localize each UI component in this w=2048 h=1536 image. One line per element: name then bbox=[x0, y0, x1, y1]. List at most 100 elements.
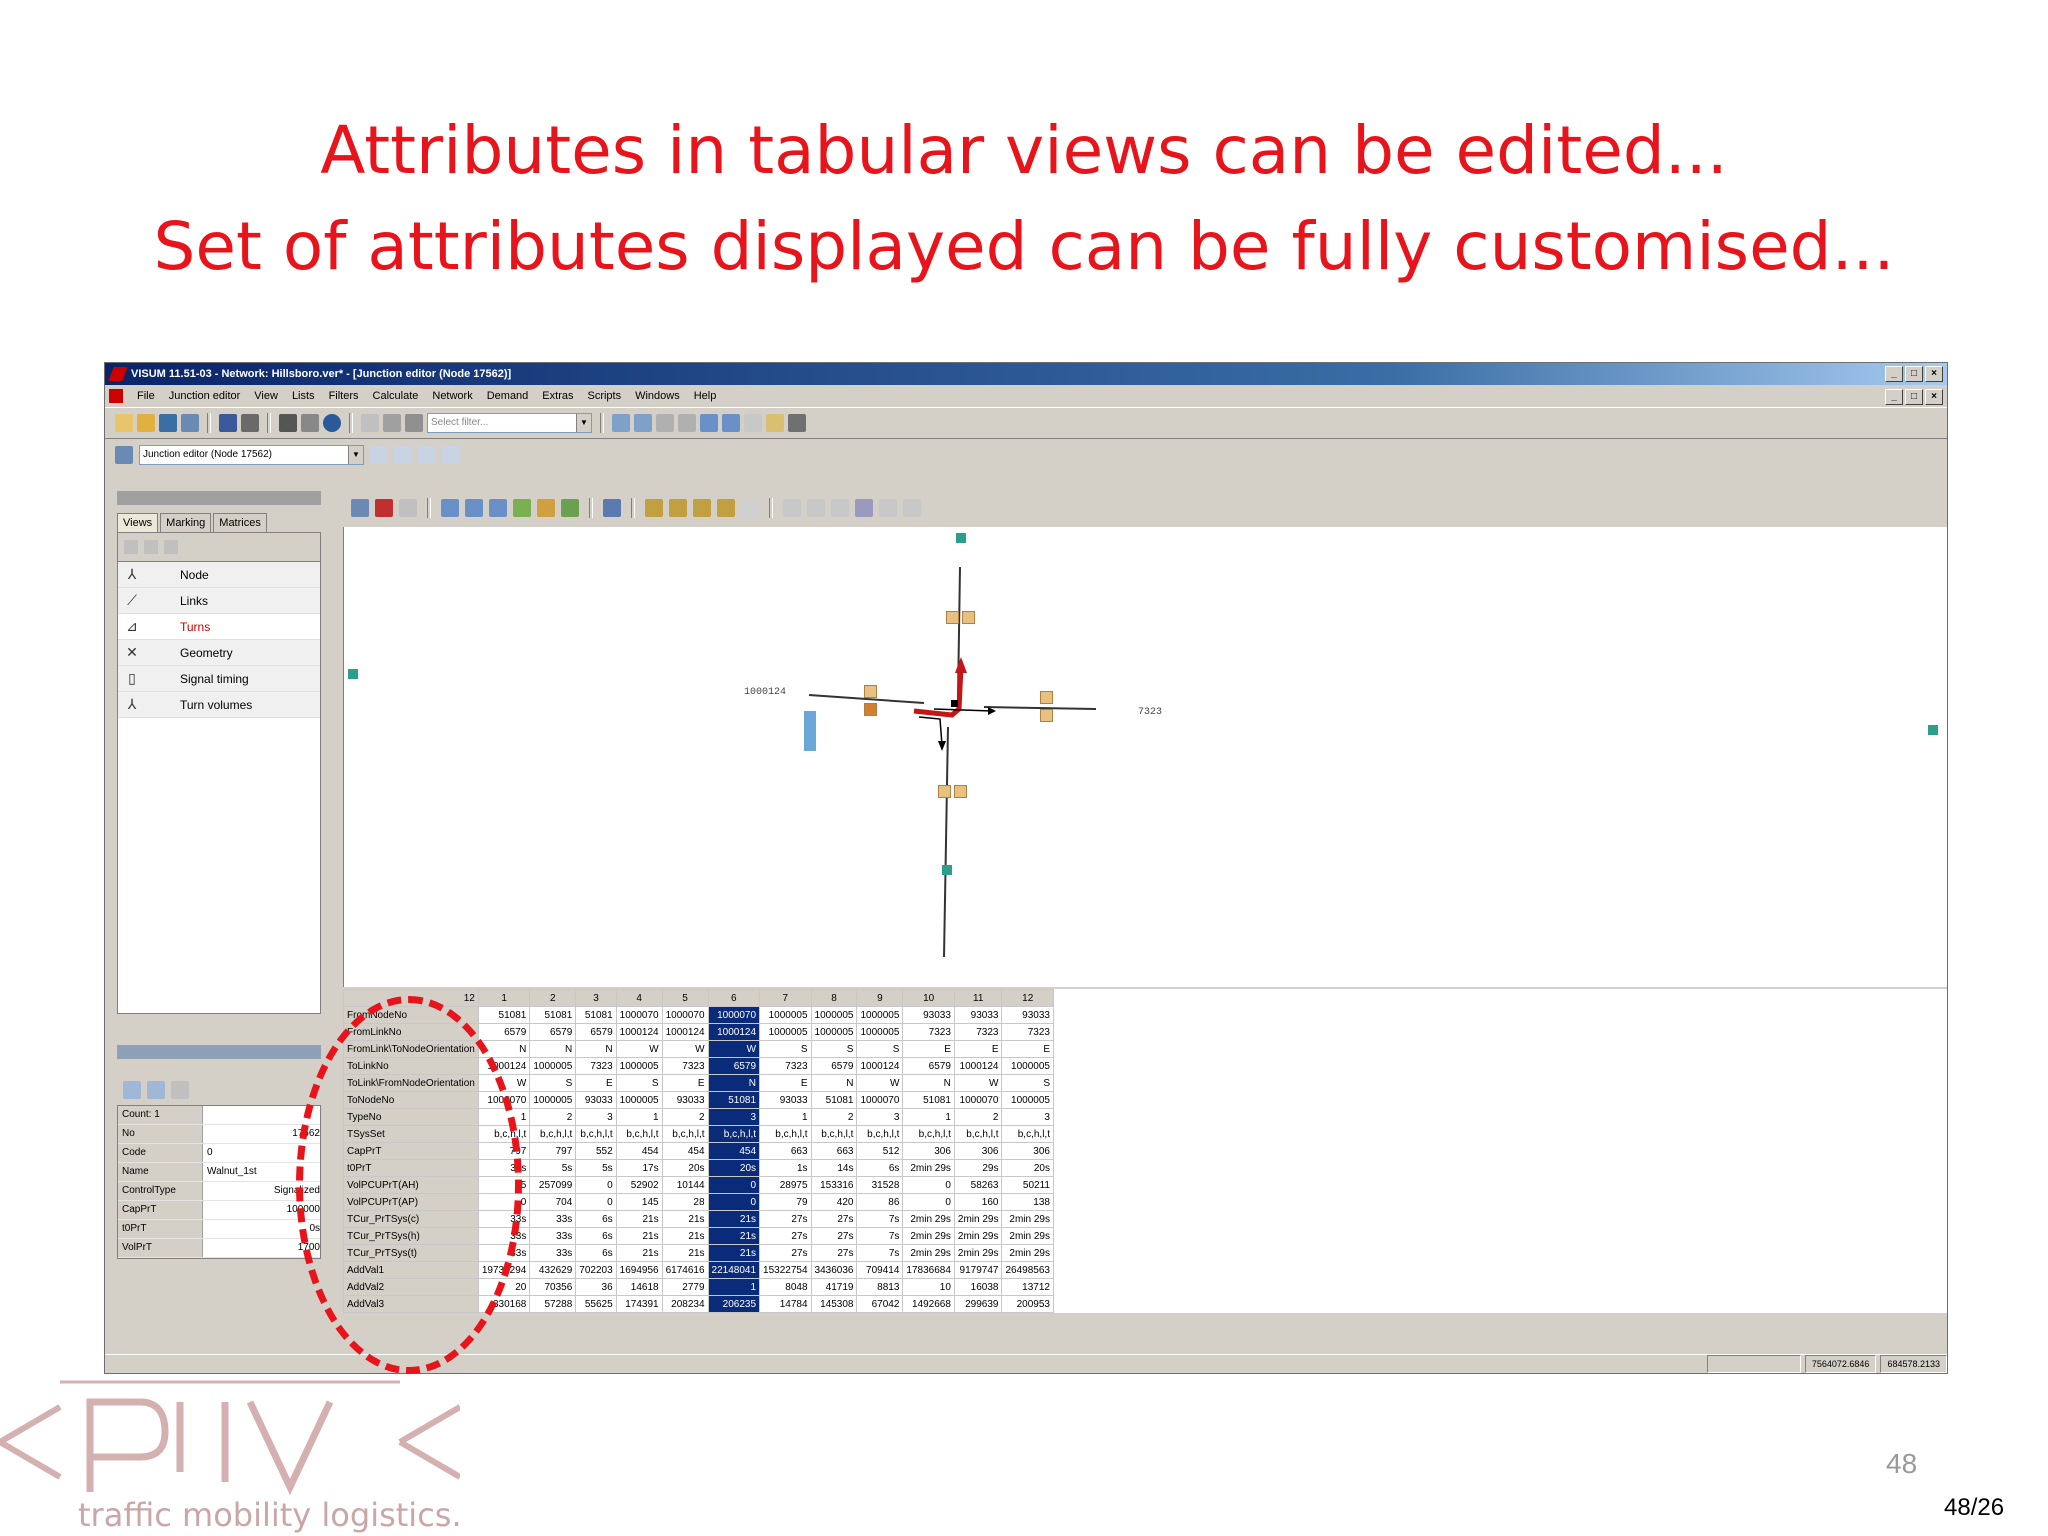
table-cell[interactable]: 1694956 bbox=[615, 1261, 663, 1279]
table-cell[interactable]: 2 bbox=[529, 1108, 577, 1126]
table-cell[interactable]: 21s bbox=[707, 1244, 761, 1262]
redo-icon[interactable] bbox=[241, 414, 259, 432]
table-cell[interactable]: 0 bbox=[707, 1193, 761, 1211]
column-header[interactable]: 8 bbox=[810, 989, 858, 1007]
table-cell[interactable]: 51081 bbox=[529, 1006, 577, 1024]
table-cell[interactable]: 7323 bbox=[661, 1057, 709, 1075]
zone-connector[interactable] bbox=[942, 865, 952, 875]
copy-icon[interactable] bbox=[147, 1081, 165, 1099]
table-cell[interactable]: E bbox=[759, 1074, 812, 1092]
new-file-icon[interactable] bbox=[115, 414, 133, 432]
table-cell[interactable]: 86 bbox=[856, 1193, 904, 1211]
page-icon[interactable] bbox=[164, 540, 178, 554]
table-cell[interactable]: 1000005 bbox=[810, 1006, 858, 1024]
table-cell[interactable]: S bbox=[856, 1040, 904, 1058]
table-cell[interactable]: 7s bbox=[856, 1244, 904, 1262]
signal-head[interactable] bbox=[864, 685, 877, 698]
menu-item[interactable]: File bbox=[137, 390, 155, 402]
table-cell[interactable]: 33s bbox=[529, 1244, 577, 1262]
table-cell[interactable]: 51081 bbox=[477, 1006, 531, 1024]
chevron-down-icon[interactable]: ▼ bbox=[348, 446, 363, 464]
view-combo[interactable]: Junction editor (Node 17562) ▼ bbox=[139, 445, 364, 465]
table-cell[interactable]: 28 bbox=[661, 1193, 709, 1211]
list-icon[interactable] bbox=[361, 414, 379, 432]
table-cell[interactable]: N bbox=[575, 1040, 617, 1058]
table-cell[interactable]: 27s bbox=[810, 1227, 858, 1245]
table-cell[interactable]: 1000070 bbox=[707, 1006, 761, 1024]
table-cell[interactable]: 1000124 bbox=[856, 1057, 904, 1075]
signal-head[interactable] bbox=[864, 703, 877, 716]
table-cell[interactable]: W bbox=[661, 1040, 709, 1058]
table-cell[interactable]: 2779 bbox=[661, 1278, 709, 1296]
table-cell[interactable]: 21s bbox=[615, 1227, 663, 1245]
table-cell[interactable]: 15322754 bbox=[759, 1261, 812, 1279]
signal-head[interactable] bbox=[946, 611, 959, 624]
table-cell[interactable]: 2min 29s bbox=[1001, 1244, 1054, 1262]
table-cell[interactable]: 1000005 bbox=[529, 1057, 577, 1075]
table-cell[interactable]: 1000005 bbox=[759, 1006, 812, 1024]
table-cell[interactable]: N bbox=[529, 1040, 577, 1058]
zone-connector[interactable] bbox=[956, 533, 966, 543]
info-icon[interactable] bbox=[323, 414, 341, 432]
table-cell[interactable]: S bbox=[1001, 1074, 1054, 1092]
table-cell[interactable]: 14618 bbox=[615, 1278, 663, 1296]
tab-marking[interactable]: Marking bbox=[160, 513, 212, 532]
table-cell[interactable]: 10 bbox=[902, 1278, 955, 1296]
table-cell[interactable]: 702203 bbox=[575, 1261, 617, 1279]
table-cell[interactable]: b,c,h,l,t bbox=[1001, 1125, 1054, 1143]
table-cell[interactable]: 206235 bbox=[707, 1295, 761, 1313]
table-cell[interactable]: 27s bbox=[759, 1244, 812, 1262]
zoom-in-icon[interactable] bbox=[612, 414, 630, 432]
table-cell[interactable]: 6579 bbox=[810, 1057, 858, 1075]
table-cell[interactable]: 6s bbox=[575, 1210, 617, 1228]
table-cell[interactable]: W bbox=[707, 1040, 761, 1058]
table-cell[interactable]: 709414 bbox=[856, 1261, 904, 1279]
forward-arrow-icon[interactable] bbox=[144, 540, 158, 554]
table-cell[interactable]: 257099 bbox=[529, 1176, 577, 1194]
table-cell[interactable]: 7s bbox=[856, 1210, 904, 1228]
export-icon[interactable] bbox=[669, 499, 687, 517]
junction-map-view[interactable]: 1000124 7323 bbox=[343, 527, 1947, 987]
table-cell[interactable]: 2min 29s bbox=[1001, 1227, 1054, 1245]
table-cell[interactable]: S bbox=[810, 1040, 858, 1058]
column-header[interactable]: 1 bbox=[477, 989, 531, 1007]
help-pointer-icon[interactable] bbox=[788, 414, 806, 432]
table-cell[interactable]: 27s bbox=[759, 1227, 812, 1245]
turn-edit-icon[interactable] bbox=[513, 499, 531, 517]
table-cell[interactable]: 6s bbox=[575, 1227, 617, 1245]
table-cell[interactable]: 0 bbox=[902, 1176, 955, 1194]
table-cell[interactable]: 299639 bbox=[953, 1295, 1003, 1313]
table-cell[interactable]: 55625 bbox=[575, 1295, 617, 1313]
quick-view-header[interactable] bbox=[117, 1045, 321, 1059]
table-cell[interactable]: 21s bbox=[707, 1210, 761, 1228]
refresh-icon[interactable] bbox=[722, 414, 740, 432]
column-header[interactable]: 4 bbox=[615, 989, 663, 1007]
menu-item[interactable]: Extras bbox=[542, 390, 573, 402]
table-cell[interactable]: b,c,h,l,t bbox=[759, 1125, 812, 1143]
table-cell[interactable]: 93033 bbox=[953, 1006, 1003, 1024]
nav-item-turns[interactable]: ⊿ Turns bbox=[118, 614, 320, 640]
table-cell[interactable]: 1000124 bbox=[707, 1023, 761, 1041]
table-cell[interactable]: 0 bbox=[575, 1176, 617, 1194]
table-cell[interactable]: 1 bbox=[615, 1108, 663, 1126]
table-cell[interactable]: 21s bbox=[661, 1227, 709, 1245]
maximize-button[interactable]: □ bbox=[1905, 366, 1923, 382]
table-cell[interactable]: 7s bbox=[856, 1227, 904, 1245]
column-header[interactable]: 10 bbox=[902, 989, 955, 1007]
table-cell[interactable]: 26498563 bbox=[1001, 1261, 1054, 1279]
binoculars-icon[interactable] bbox=[279, 414, 297, 432]
column-header[interactable]: 11 bbox=[953, 989, 1003, 1007]
save-all-icon[interactable] bbox=[181, 414, 199, 432]
signal-head[interactable] bbox=[1040, 691, 1053, 704]
tab-views[interactable]: Views bbox=[117, 513, 159, 532]
table-cell[interactable]: 20s bbox=[1001, 1159, 1054, 1177]
table-cell[interactable]: 29s bbox=[953, 1159, 1003, 1177]
menu-item[interactable]: Lists bbox=[292, 390, 315, 402]
table-cell[interactable]: b,c,h,l,t bbox=[529, 1125, 577, 1143]
table-cell[interactable]: 3 bbox=[856, 1108, 904, 1126]
table-cell[interactable]: 6579 bbox=[575, 1023, 617, 1041]
table-cell[interactable]: 306 bbox=[953, 1142, 1003, 1160]
detector-icon[interactable] bbox=[804, 711, 816, 751]
signal-head[interactable] bbox=[1040, 709, 1053, 722]
table-cell[interactable]: 1000070 bbox=[661, 1006, 709, 1024]
